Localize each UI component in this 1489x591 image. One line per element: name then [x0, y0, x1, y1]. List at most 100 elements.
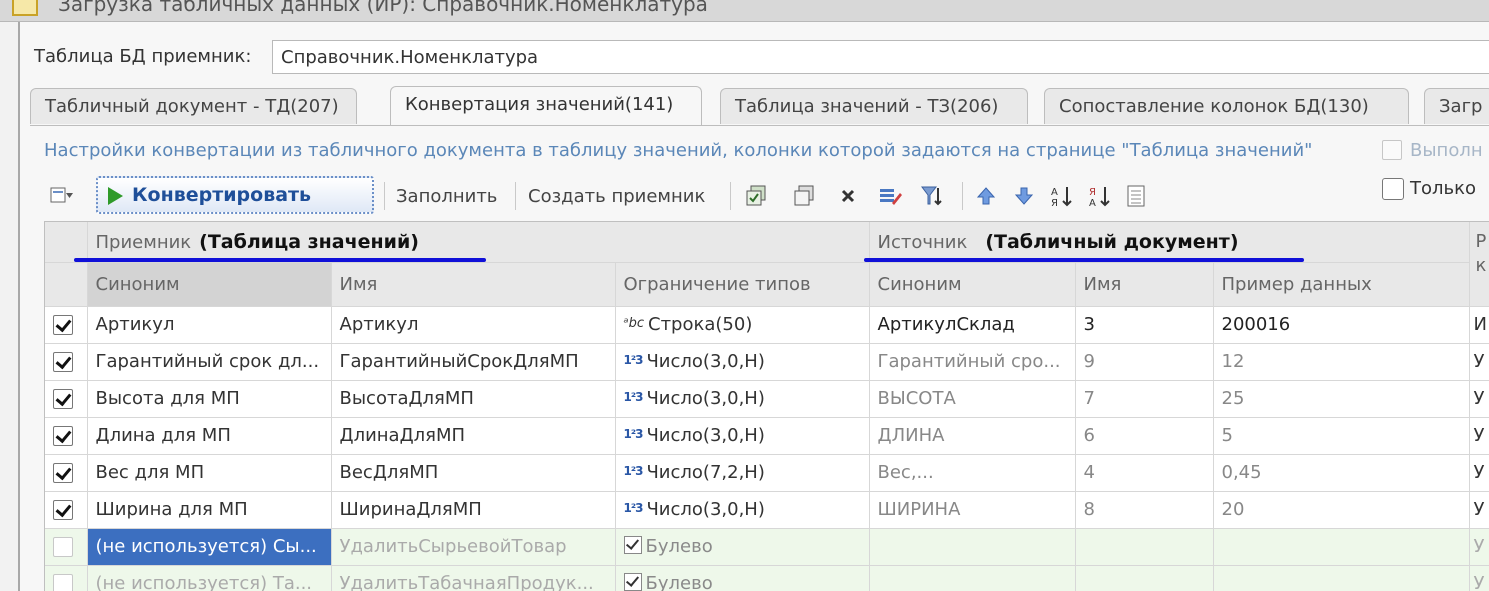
row-checkbox-cell[interactable] — [45, 417, 88, 455]
cell-synonym[interactable]: Ширина для МП — [87, 491, 332, 529]
cell-source-name[interactable] — [1075, 528, 1214, 566]
cell-type[interactable]: 1²3 Число(3,0,Н) — [615, 380, 870, 418]
group-header-extra[interactable]: Рк — [1469, 222, 1489, 307]
cell-sample[interactable]: 25 — [1213, 380, 1470, 418]
cell-type[interactable]: 1²3 Число(3,0,Н) — [615, 343, 870, 381]
cell-extra[interactable]: У — [1469, 528, 1489, 566]
cell-source-synonym[interactable]: ВЫСОТА — [869, 380, 1076, 418]
cell-type[interactable]: Булево — [615, 565, 870, 591]
col-sample-header[interactable]: Пример данных — [1213, 262, 1470, 307]
table-row[interactable]: (не используется) Сы... УдалитьСырьевойТо… — [45, 528, 1489, 566]
cell-name[interactable]: ШиринаДляМП — [331, 491, 616, 529]
table-row[interactable]: Длина для МП ДлинаДляМП 1²3 Число(3,0,Н) ДЛИ… — [45, 417, 1489, 455]
cell-name[interactable]: ВысотаДляМП — [331, 380, 616, 418]
cell-extra[interactable]: У — [1469, 565, 1489, 591]
cell-sample[interactable]: 5 — [1213, 417, 1470, 455]
cell-sample[interactable]: 12 — [1213, 343, 1470, 381]
cell-source-name[interactable]: 8 — [1075, 491, 1214, 529]
form-settings-icon[interactable] — [50, 184, 74, 208]
group-header-receiver[interactable]: Приемник (Таблица значений) — [87, 222, 870, 263]
tab-value-table[interactable]: Таблица значений - ТЗ(206) — [720, 88, 1028, 124]
row-checkbox-cell[interactable] — [45, 380, 88, 418]
cell-extra[interactable]: У — [1469, 491, 1489, 529]
cell-source-name[interactable]: 6 — [1075, 417, 1214, 455]
cell-sample[interactable] — [1213, 565, 1470, 591]
row-checkbox[interactable] — [53, 389, 73, 409]
cell-source-synonym[interactable] — [869, 528, 1076, 566]
cell-synonym[interactable]: Гарантийный срок дл... — [87, 343, 332, 381]
cell-name[interactable]: ВесДляМП — [331, 454, 616, 492]
cell-synonym[interactable]: (не используется) Сы... — [87, 528, 332, 566]
cell-extra[interactable]: У — [1469, 343, 1489, 381]
cell-type[interactable]: 1²3 Число(3,0,Н) — [615, 417, 870, 455]
cell-source-name[interactable]: 3 — [1075, 306, 1214, 344]
cell-synonym[interactable]: Артикул — [87, 306, 332, 344]
row-checkbox[interactable] — [53, 352, 73, 372]
cell-source-synonym[interactable]: АртикулСклад — [869, 306, 1076, 344]
cell-source-synonym[interactable]: Вес,... — [869, 454, 1076, 492]
execute-checkbox[interactable] — [1382, 140, 1402, 160]
cell-name[interactable]: Артикул — [331, 306, 616, 344]
table-row[interactable]: Высота для МП ВысотаДляМП 1²3 Число(3,0,Н) В… — [45, 380, 1489, 418]
edit-rows-icon[interactable] — [878, 184, 902, 208]
cell-sample[interactable] — [1213, 528, 1470, 566]
cell-extra[interactable]: У — [1469, 454, 1489, 492]
table-row[interactable]: Ширина для МП ШиринаДляМП 1²3 Число(3,0,Н) Ш… — [45, 491, 1489, 529]
row-checkbox[interactable] — [53, 463, 73, 483]
cell-source-name[interactable] — [1075, 565, 1214, 591]
table-row[interactable]: Вес для МП ВесДляМП 1²3 Число(7,2,Н) Вес,...… — [45, 454, 1489, 492]
cell-name[interactable]: ГарантийныйСрокДляМП — [331, 343, 616, 381]
row-checkbox-cell[interactable] — [45, 306, 88, 344]
tab-spreadsheet[interactable]: Табличный документ - ТД(207) — [30, 88, 357, 124]
row-checkbox-cell[interactable] — [45, 565, 88, 591]
row-checkbox-cell[interactable] — [45, 491, 88, 529]
row-checkbox-cell[interactable] — [45, 343, 88, 381]
copy-icon[interactable] — [792, 184, 816, 208]
db-table-field[interactable]: Справочник.Номенклатура — [272, 40, 1489, 74]
row-checkbox[interactable] — [53, 315, 73, 335]
cell-source-synonym[interactable]: ШИРИНА — [869, 491, 1076, 529]
cell-extra[interactable]: У — [1469, 380, 1489, 418]
tab-load[interactable]: Загр — [1424, 88, 1489, 124]
table-row[interactable]: (не используется) Та... УдалитьТабачнаяПр… — [45, 565, 1489, 591]
cell-synonym[interactable]: (не используется) Та... — [87, 565, 332, 591]
col-name-header[interactable]: Имя — [331, 262, 616, 307]
cell-synonym[interactable]: Длина для МП — [87, 417, 332, 455]
row-checkbox[interactable] — [53, 500, 73, 520]
cell-type[interactable]: 1²3 Число(7,2,Н) — [615, 454, 870, 492]
cell-name[interactable]: ДлинаДляМП — [331, 417, 616, 455]
cell-extra[interactable]: И — [1469, 306, 1489, 344]
copy-check-icon[interactable] — [744, 184, 768, 208]
cell-source-synonym[interactable]: Гарантийный сро... — [869, 343, 1076, 381]
convert-button[interactable]: Конвертировать — [96, 176, 374, 214]
tab-value-conversion[interactable]: Конвертация значений(141) — [390, 86, 702, 126]
col-types-header[interactable]: Ограничение типов — [615, 262, 870, 307]
group-header-source[interactable]: Источник (Табличный документ) — [869, 222, 1470, 263]
fill-button[interactable]: Заполнить — [396, 186, 497, 207]
row-checkbox[interactable] — [53, 537, 73, 557]
col-synonym-header[interactable]: Синоним — [87, 262, 332, 307]
cell-type[interactable]: ᵃbc Строка(50) — [615, 306, 870, 344]
tab-db-column-mapping[interactable]: Сопоставление колонок БД(130) — [1044, 88, 1409, 124]
cell-sample[interactable]: 200016 — [1213, 306, 1470, 344]
cell-source-synonym[interactable] — [869, 565, 1076, 591]
cell-name[interactable]: УдалитьСырьевойТовар — [331, 528, 616, 566]
list-icon[interactable] — [1124, 184, 1148, 208]
cell-type[interactable]: Булево — [615, 528, 870, 566]
cell-source-synonym[interactable]: ДЛИНА — [869, 417, 1076, 455]
cell-extra[interactable]: У — [1469, 417, 1489, 455]
cell-source-name[interactable]: 7 — [1075, 380, 1214, 418]
table-row[interactable]: Гарантийный срок дл... ГарантийныйСрокДля… — [45, 343, 1489, 381]
only-checkbox[interactable] — [1382, 178, 1404, 200]
cell-sample[interactable]: 0,45 — [1213, 454, 1470, 492]
cell-synonym[interactable]: Вес для МП — [87, 454, 332, 492]
cell-source-name[interactable]: 4 — [1075, 454, 1214, 492]
row-checkbox[interactable] — [53, 574, 73, 591]
col-source-synonym-header[interactable]: Синоним — [869, 262, 1076, 307]
col-source-name-header[interactable]: Имя — [1075, 262, 1214, 307]
cell-type[interactable]: 1²3 Число(3,0,Н) — [615, 491, 870, 529]
create-receiver-button[interactable]: Создать приемник — [528, 186, 705, 207]
table-row[interactable]: Артикул Артикул ᵃbc Строка(50) АртикулСклад 3… — [45, 306, 1489, 344]
sort-descending-icon[interactable]: ЯA — [1088, 184, 1112, 208]
cell-sample[interactable]: 20 — [1213, 491, 1470, 529]
